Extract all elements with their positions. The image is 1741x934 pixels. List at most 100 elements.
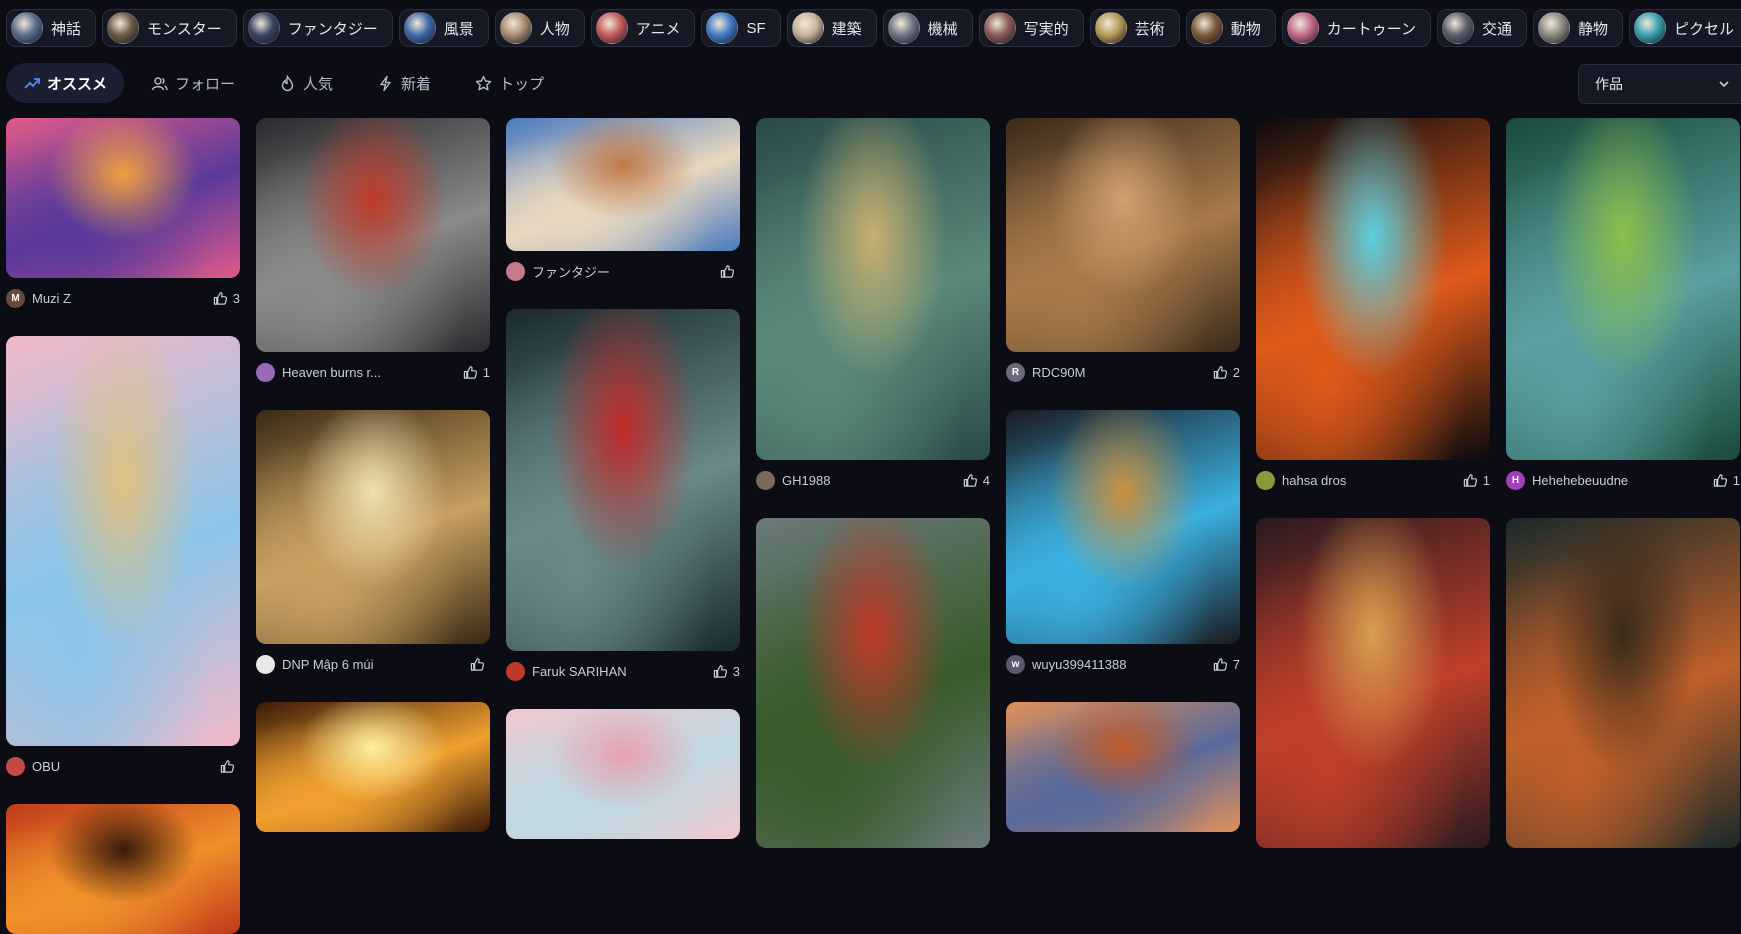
artwork-card[interactable]: hahsa dros 1	[1256, 118, 1490, 500]
artwork-image[interactable]	[256, 410, 490, 644]
category-chip[interactable]: 交通	[1436, 9, 1527, 47]
card-author[interactable]: DNP Mập 6 múi	[256, 654, 374, 674]
sort-select[interactable]: 作品	[1578, 64, 1741, 104]
category-chip[interactable]: 動物	[1185, 9, 1276, 47]
author-name: Faruk SARIHAN	[532, 663, 627, 679]
like-button[interactable]: 1	[463, 365, 490, 380]
artwork-card[interactable]: DNP Mập 6 múi	[256, 410, 490, 684]
artwork-card[interactable]	[6, 804, 240, 934]
category-chip[interactable]: 芸術	[1089, 9, 1180, 47]
category-chip[interactable]: 建築	[786, 9, 877, 47]
artwork-image[interactable]	[1256, 118, 1490, 460]
like-button[interactable]: 1	[1713, 473, 1740, 488]
category-chip[interactable]: 人物	[494, 9, 585, 47]
thumbs-up-icon	[720, 264, 735, 278]
artwork-card[interactable]: M Muzi Z 3	[6, 118, 240, 318]
artwork-card[interactable]: Faruk SARIHAN 3	[506, 309, 740, 691]
card-author[interactable]: OBU	[6, 756, 60, 776]
artwork-image[interactable]	[1506, 118, 1740, 460]
card-author[interactable]: GH1988	[756, 470, 830, 490]
artwork-image[interactable]	[6, 804, 240, 934]
artwork-image[interactable]	[1506, 518, 1740, 848]
tab-1[interactable]: フォロー	[134, 63, 252, 103]
category-chip[interactable]: 機械	[882, 9, 973, 47]
category-thumbnail	[791, 12, 824, 44]
artwork-card[interactable]: Heaven burns r... 1	[256, 118, 490, 392]
category-chip[interactable]: ファンタジー	[242, 9, 393, 47]
category-chip[interactable]: アニメ	[590, 9, 696, 47]
artwork-image[interactable]	[1006, 702, 1240, 832]
card-author[interactable]: R RDC90M	[1006, 362, 1085, 382]
card-author[interactable]: Faruk SARIHAN	[506, 661, 627, 681]
category-thumbnail	[595, 12, 628, 44]
card-meta: R RDC90M 2	[1006, 352, 1240, 392]
category-chip[interactable]: モンスター	[102, 9, 237, 47]
avatar	[256, 654, 275, 674]
artwork-card[interactable]: R RDC90M 2	[1006, 118, 1240, 392]
artwork-image[interactable]	[756, 518, 990, 848]
like-button[interactable]	[220, 759, 240, 774]
card-meta: H Hehehebeuudne 1	[1506, 460, 1740, 500]
like-button[interactable]	[720, 264, 740, 279]
artwork-image[interactable]	[506, 118, 740, 251]
like-button[interactable]: 4	[963, 473, 990, 488]
artwork-card[interactable]: OBU	[6, 336, 240, 786]
users-icon	[151, 76, 168, 90]
artwork-image[interactable]	[256, 702, 490, 832]
thumbs-up-icon	[963, 473, 977, 487]
artwork-card[interactable]	[256, 702, 490, 832]
card-author[interactable]: Heaven burns r...	[256, 362, 381, 382]
artwork-image[interactable]	[1006, 410, 1240, 644]
artwork-card[interactable]	[506, 709, 740, 839]
artwork-image[interactable]	[506, 309, 740, 651]
avatar	[1256, 470, 1275, 490]
card-author[interactable]: ファンタジー	[506, 261, 610, 281]
thumbs-up-icon	[1213, 365, 1227, 379]
like-button[interactable]: 1	[1463, 473, 1490, 488]
card-author[interactable]: hahsa dros	[1256, 470, 1346, 490]
card-author[interactable]: w wuyu399411388	[1006, 654, 1126, 674]
category-chip[interactable]: ピクセル	[1629, 9, 1741, 47]
like-count: 7	[1232, 656, 1240, 672]
like-button[interactable]: 3	[713, 664, 740, 679]
category-chip[interactable]: 写実的	[978, 9, 1084, 47]
like-button[interactable]	[470, 657, 490, 672]
artwork-image[interactable]	[506, 709, 740, 839]
chevron-down-icon	[1719, 81, 1729, 88]
artwork-card[interactable]: ファンタジー	[506, 118, 740, 291]
artwork-card[interactable]: GH1988 4	[756, 118, 990, 500]
artwork-image[interactable]	[256, 118, 490, 352]
artwork-image[interactable]	[1256, 518, 1490, 848]
like-button[interactable]: 2	[1213, 365, 1240, 380]
card-author[interactable]: M Muzi Z	[6, 288, 71, 308]
artwork-image[interactable]	[6, 118, 240, 278]
category-chip[interactable]: カートゥーン	[1281, 9, 1431, 47]
artwork-card[interactable]: w wuyu399411388 7	[1006, 410, 1240, 684]
avatar	[506, 261, 525, 281]
artwork-image[interactable]	[1006, 118, 1240, 352]
artwork-card[interactable]	[756, 518, 990, 848]
tab-4[interactable]: トップ	[458, 63, 561, 103]
tab-0[interactable]: オススメ	[6, 63, 125, 103]
like-button[interactable]: 7	[1213, 657, 1240, 672]
artwork-card[interactable]: H Hehehebeuudne 1	[1506, 118, 1740, 500]
category-chip[interactable]: 神話	[6, 9, 97, 47]
artwork-image[interactable]	[6, 336, 240, 746]
category-chip[interactable]: 風景	[398, 9, 489, 47]
thumbs-up-icon	[1463, 473, 1477, 487]
feed-tabs: オススメ フォロー 人気 新着 トップ	[6, 63, 561, 103]
artwork-card[interactable]	[1506, 518, 1740, 848]
like-button[interactable]: 3	[213, 291, 240, 306]
card-meta: Heaven burns r... 1	[256, 352, 490, 392]
artwork-card[interactable]	[1256, 518, 1490, 848]
tab-3[interactable]: 新着	[360, 63, 448, 103]
star-icon	[475, 75, 492, 90]
tab-2[interactable]: 人気	[262, 63, 350, 103]
avatar	[256, 362, 275, 382]
category-chip[interactable]: SF	[701, 9, 781, 47]
artwork-image[interactable]	[756, 118, 990, 460]
artwork-card[interactable]	[1006, 702, 1240, 832]
card-author[interactable]: H Hehehebeuudne	[1506, 470, 1628, 490]
avatar: M	[6, 288, 25, 308]
category-chip[interactable]: 静物	[1533, 9, 1624, 47]
